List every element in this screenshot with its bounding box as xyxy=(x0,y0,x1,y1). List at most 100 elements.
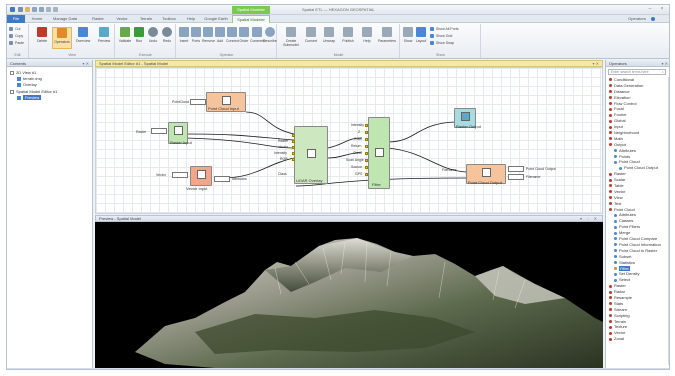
run-button[interactable]: Run xyxy=(132,27,146,49)
attribute-port-box[interactable] xyxy=(214,176,230,182)
parameters-button[interactable]: Parameters xyxy=(376,27,398,49)
model-help-button[interactable]: Help xyxy=(358,27,376,49)
filter-port[interactable] xyxy=(365,166,368,169)
publish-button[interactable]: Publish xyxy=(338,27,358,49)
tab-vector[interactable]: Vector xyxy=(111,15,133,23)
show-grid-toggle[interactable]: Show Grid xyxy=(430,34,452,39)
close-button[interactable]: × xyxy=(659,6,665,12)
unwrap-button[interactable]: Unwrap xyxy=(320,27,338,49)
operator-list-label: Raster xyxy=(614,283,626,289)
scrollbar-thumb[interactable] xyxy=(669,107,670,167)
ribbon-right-label: Operators xyxy=(628,16,646,21)
help-icon[interactable] xyxy=(651,16,655,21)
overlay-port[interactable] xyxy=(292,152,295,155)
operators-search-input[interactable]: Enter search terms here ⌕ xyxy=(608,69,666,75)
show-snap-toggle[interactable]: Show Snap xyxy=(430,41,454,46)
preview-window-buttons[interactable]: ▾ ▫ ✕ xyxy=(580,216,599,221)
point-cloud-port-box[interactable] xyxy=(190,99,206,105)
operator-list-item[interactable]: Zonal xyxy=(608,336,668,342)
describe-button[interactable]: Describe xyxy=(263,27,277,49)
show-all-ports-toggle[interactable]: Show All Ports xyxy=(430,27,459,32)
filter-port[interactable] xyxy=(365,131,368,134)
tab-help[interactable]: Help xyxy=(183,15,199,23)
output-file-box-2[interactable] xyxy=(508,174,524,180)
model-help-icon xyxy=(362,27,372,37)
overlay-port[interactable] xyxy=(292,146,295,149)
filter-node[interactable] xyxy=(368,117,390,189)
operators-pin-icon[interactable]: ▾ ✕ xyxy=(662,60,668,67)
overview-button[interactable]: Overview xyxy=(73,27,93,49)
tab-terrain[interactable]: Terrain xyxy=(135,15,157,23)
operator-category-icon xyxy=(609,119,612,123)
search-placeholder: Enter search terms here xyxy=(611,70,649,74)
filter-port[interactable] xyxy=(365,159,368,162)
tab-google-earth[interactable]: Google Earth xyxy=(200,15,232,23)
tree-item-terrain[interactable]: terrain.img xyxy=(17,76,42,81)
convert-button[interactable]: Convert xyxy=(302,27,320,49)
show-all-ports-label: Show All Ports xyxy=(436,27,459,31)
filter-port[interactable] xyxy=(365,173,368,176)
tree-item-model-editor[interactable]: Spatial Model Editor #1 xyxy=(10,89,57,94)
layout-button[interactable]: Layout xyxy=(414,27,428,49)
vector-port-box[interactable] xyxy=(172,172,188,178)
open-icon[interactable] xyxy=(25,7,30,12)
insert-button[interactable]: Insert xyxy=(178,27,190,49)
tree-item-2d-view[interactable]: 2D View #1 xyxy=(10,70,36,75)
tree-item-preview[interactable]: Preview xyxy=(17,95,42,100)
search-icon[interactable]: ⌕ xyxy=(662,70,664,74)
undo-button[interactable]: Undo xyxy=(146,27,160,49)
output-file-box[interactable] xyxy=(508,166,524,172)
tab-toolbox[interactable]: Toolbox xyxy=(157,15,181,23)
operators-scrollbar[interactable] xyxy=(668,77,670,365)
customize-icon[interactable] xyxy=(53,7,58,12)
paste-button[interactable]: Paste xyxy=(9,41,24,46)
raster-port-box[interactable] xyxy=(151,128,167,134)
cut-button[interactable]: Cut xyxy=(9,27,20,32)
model-canvas[interactable]: PointCloud Point Cloud Input Raster Rast… xyxy=(95,67,603,214)
show-button[interactable]: Show xyxy=(402,27,414,49)
lidar-overlay-node[interactable] xyxy=(294,126,328,184)
copy-button[interactable]: Copy xyxy=(9,34,23,39)
point-cloud-3d-view[interactable] xyxy=(95,222,603,368)
tab-raster[interactable]: Raster xyxy=(87,15,109,23)
comment-button[interactable]: Comment xyxy=(250,27,265,49)
create-submodel-button[interactable]: Create Submodel xyxy=(280,27,302,49)
minimize-button[interactable]: – xyxy=(647,6,653,12)
insert-icon xyxy=(179,27,189,37)
pin-icon[interactable]: ▾ ✕ xyxy=(83,60,89,67)
validate-button[interactable]: Validate xyxy=(118,27,132,49)
redo-button[interactable]: Redo xyxy=(160,27,174,49)
remove-button[interactable]: Remove xyxy=(202,27,215,49)
filter-port[interactable] xyxy=(365,152,368,155)
operators-button[interactable]: Operators xyxy=(52,27,72,49)
editor-tab[interactable]: Spatial Model Editor #1 - Spatial Model … xyxy=(95,60,603,67)
print-icon[interactable] xyxy=(46,7,51,12)
tab-home[interactable]: Home xyxy=(28,15,46,23)
redo-qa-icon[interactable] xyxy=(39,7,44,12)
checkbox-icon[interactable] xyxy=(10,89,14,94)
overlay-port[interactable] xyxy=(292,140,295,143)
order-button[interactable]: Order xyxy=(238,27,250,49)
tab-spatial-modeler[interactable]: Spatial Modeler xyxy=(232,15,270,23)
overlay-port[interactable] xyxy=(292,158,295,161)
tab-manage-data[interactable]: Manage Data xyxy=(48,15,82,23)
save-icon[interactable] xyxy=(18,7,23,12)
close-tab-icon[interactable]: ▾ ✕ xyxy=(593,61,599,66)
delete-button[interactable]: Delete xyxy=(33,27,51,49)
connect-button[interactable]: Connect xyxy=(226,27,239,49)
ports-button[interactable]: Ports xyxy=(190,27,202,49)
validate-icon xyxy=(120,27,130,37)
overlay-port[interactable] xyxy=(292,134,295,137)
checkbox-icon[interactable] xyxy=(10,70,14,75)
vector-input-node[interactable] xyxy=(190,166,212,186)
add-button[interactable]: Add xyxy=(214,27,226,49)
filter-port[interactable] xyxy=(365,145,368,148)
show-label: Show xyxy=(403,39,413,43)
filter-port[interactable] xyxy=(365,138,368,141)
undo-qa-icon[interactable] xyxy=(32,7,37,12)
tree-item-overlay[interactable]: Overlay xyxy=(17,82,37,87)
ribbon-search-area[interactable]: Operators xyxy=(628,16,655,21)
tab-file[interactable]: File xyxy=(7,15,25,23)
filter-port[interactable] xyxy=(365,124,368,127)
preview-button[interactable]: Preview xyxy=(94,27,114,49)
